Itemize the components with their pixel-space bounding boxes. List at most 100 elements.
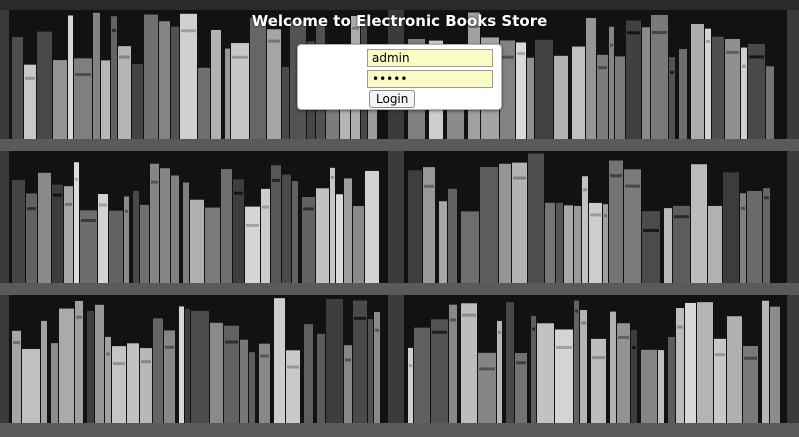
book-spine <box>365 170 379 283</box>
book-spine-band <box>424 184 434 188</box>
login-button[interactable]: Login <box>369 90 416 108</box>
book-spine <box>723 172 739 283</box>
login-panel: Login <box>297 44 502 110</box>
book-spine <box>153 318 163 423</box>
book-spine-band <box>125 209 128 213</box>
book-spine <box>580 310 587 423</box>
book-spine <box>95 304 104 423</box>
book-spine-band <box>726 50 739 54</box>
book-spine <box>535 39 553 139</box>
book-spine <box>676 308 684 423</box>
book-spine-band <box>625 184 640 188</box>
book-spine-band <box>345 358 351 362</box>
book-spine-band <box>119 55 130 59</box>
book-spine <box>98 194 108 283</box>
book-spine <box>180 13 197 140</box>
book-spine-band <box>592 356 605 360</box>
book-spine-band <box>268 39 280 43</box>
book-spine <box>336 194 343 283</box>
book-spine <box>64 186 73 283</box>
book-spine-band <box>65 202 72 206</box>
book-spine <box>26 193 37 283</box>
book-spine-band <box>287 365 299 369</box>
book-spine <box>708 205 722 283</box>
book-spine-band <box>75 73 91 77</box>
book-spine-band <box>232 55 248 59</box>
book-spine-band <box>741 206 745 210</box>
book-spine <box>537 323 554 423</box>
book-spine <box>478 352 496 423</box>
book-spine-band <box>81 219 96 223</box>
book-spine <box>741 47 747 140</box>
book-spine-band <box>262 205 269 209</box>
book-spine <box>133 190 139 283</box>
book-spine <box>109 210 123 283</box>
book-spine-band <box>715 353 725 357</box>
book-spine <box>528 153 544 283</box>
username-input[interactable] <box>367 49 493 67</box>
book-spine <box>480 167 498 283</box>
book-spine <box>304 324 313 423</box>
book-spine-band <box>677 325 683 329</box>
book-spine-band <box>742 64 746 68</box>
book-spine <box>679 48 687 140</box>
book-spine <box>431 319 448 423</box>
book-spine <box>140 348 152 423</box>
book-spine <box>292 181 298 283</box>
book-spine-band <box>75 177 78 181</box>
book-spine <box>267 29 281 140</box>
book-spine <box>52 184 63 283</box>
book-spine <box>87 310 94 423</box>
book-spine <box>183 182 189 283</box>
book-spine <box>685 302 696 423</box>
book-spine-band <box>627 31 640 35</box>
book-spine <box>198 67 210 139</box>
book-spine <box>41 320 47 423</box>
book-spine <box>261 188 270 283</box>
book-spine-band <box>706 39 710 43</box>
password-input[interactable] <box>367 70 493 88</box>
book-spine <box>423 167 435 283</box>
book-spine <box>591 338 606 423</box>
book-spine <box>668 336 675 423</box>
book-spine <box>582 176 588 283</box>
book-spine <box>316 188 329 283</box>
book-spine <box>190 199 204 283</box>
book-spine-band <box>462 313 476 317</box>
book-spine <box>374 311 380 423</box>
book-spine <box>93 12 100 140</box>
book-spine <box>344 345 352 423</box>
book-spine-band <box>113 362 125 366</box>
book-spine <box>326 298 343 423</box>
book-spine <box>317 333 325 423</box>
book-spine <box>461 303 477 423</box>
book-spine <box>658 350 664 423</box>
book-spine <box>205 207 220 283</box>
book-spine <box>51 343 58 423</box>
book-spine-band <box>517 52 525 56</box>
book-spine <box>564 205 573 283</box>
book-spine <box>105 336 111 423</box>
book-spine-band <box>581 321 586 325</box>
book-spine-band <box>331 175 334 179</box>
book-spine <box>448 188 457 283</box>
book-spine-band <box>674 215 689 219</box>
book-spine <box>68 15 73 139</box>
book-spine <box>725 39 740 139</box>
book-spine-band <box>225 340 238 344</box>
book-spine-band <box>618 335 629 339</box>
book-spine-band <box>409 364 412 368</box>
book-spine <box>763 188 770 283</box>
book-spine <box>37 31 52 139</box>
book-spine <box>642 27 650 139</box>
book-spine <box>545 202 555 283</box>
book-spine <box>574 300 579 423</box>
book-spine-band <box>303 207 314 211</box>
book-spine-band <box>749 55 764 59</box>
book-spine <box>140 204 149 283</box>
book-spine <box>286 350 300 423</box>
book-spine <box>144 14 158 139</box>
book-spine <box>554 55 568 140</box>
book-spine <box>762 300 769 423</box>
book-spine-band <box>632 346 636 350</box>
